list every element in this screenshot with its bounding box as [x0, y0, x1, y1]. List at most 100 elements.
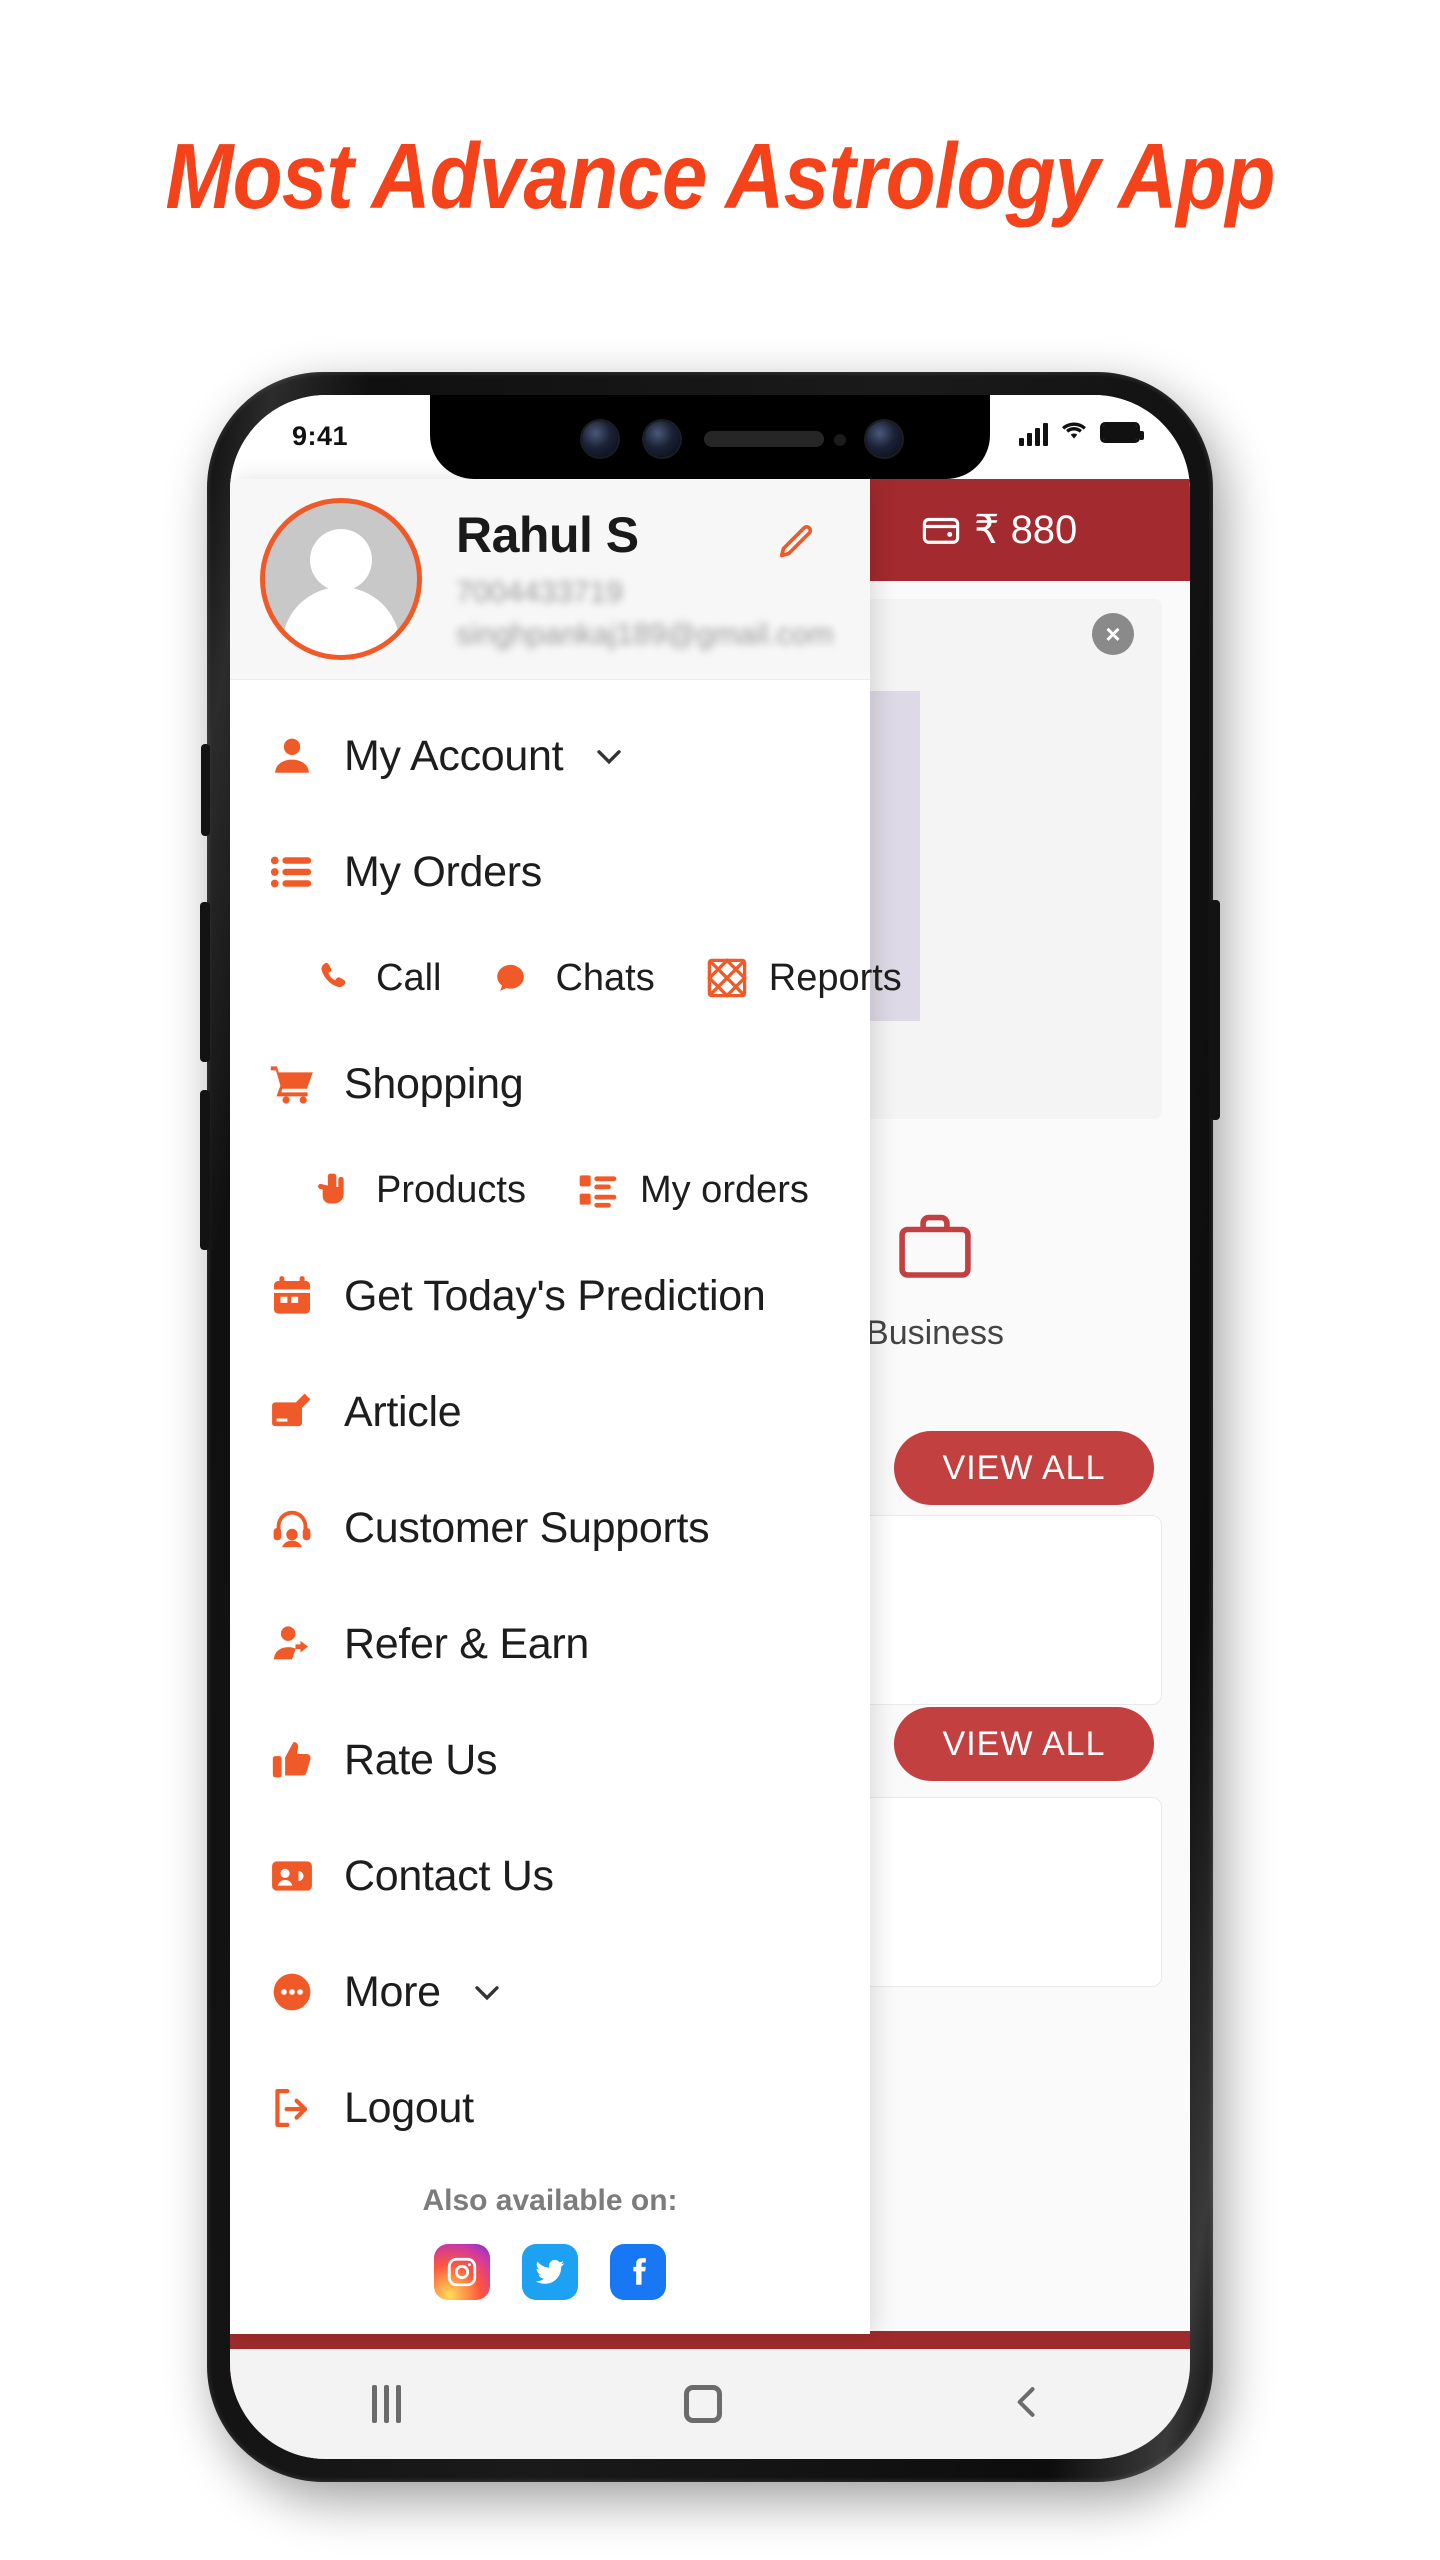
- android-nav-bar: [230, 2349, 1190, 2459]
- avatar[interactable]: [260, 498, 422, 660]
- hand-product-icon: [308, 1170, 360, 1210]
- menu-item-rate-us[interactable]: Rate Us: [230, 1702, 870, 1818]
- menu-label: Customer Supports: [344, 1503, 710, 1552]
- refer-icon: [264, 1621, 320, 1667]
- sub-item-reports[interactable]: Reports: [701, 956, 902, 1000]
- sub-item-my-orders[interactable]: My orders: [572, 1168, 809, 1212]
- wallet-amount: ₹ 880: [974, 508, 1078, 552]
- menu-label: Get Today's Prediction: [344, 1271, 766, 1320]
- status-icons: [1019, 419, 1144, 446]
- more-dots-icon: [264, 1969, 320, 2015]
- phone-icon: [308, 958, 360, 998]
- profile-email: singhpankaj189@gmail.com: [456, 618, 834, 651]
- thumbs-up-icon: [264, 1737, 320, 1783]
- phone-button-mute: [201, 744, 210, 836]
- menu-item-my-orders[interactable]: My Orders: [230, 814, 870, 930]
- category-label: Business: [866, 1314, 1004, 1352]
- drawer-footer: Also available on:: [230, 2166, 870, 2334]
- status-time: 9:41: [292, 421, 349, 451]
- close-icon[interactable]: ×: [1092, 613, 1134, 655]
- edit-pencil-icon[interactable]: [774, 521, 818, 570]
- calendar-icon: [264, 1273, 320, 1319]
- menu-item-refer-earn[interactable]: Refer & Earn: [230, 1586, 870, 1702]
- category-item[interactable]: Business: [866, 1205, 1004, 1353]
- chevron-down-icon[interactable]: [589, 736, 629, 776]
- list-icon: [264, 849, 320, 895]
- camera-lens-icon: [866, 421, 902, 457]
- kundali-grid-icon: [701, 956, 753, 1000]
- signal-icon: [1019, 420, 1048, 446]
- article-icon: [264, 1389, 320, 1435]
- social-links: [230, 2244, 870, 2300]
- promo-page: Most Advance Astrology App ₹ 880 × Busin…: [0, 0, 1440, 2560]
- sub-item-label: Products: [376, 1168, 526, 1211]
- menu-label: Logout: [344, 2083, 474, 2132]
- wifi-icon: [1060, 419, 1088, 446]
- phone-button-power: [1210, 900, 1220, 1120]
- wallet-balance[interactable]: ₹ 880: [920, 507, 1077, 553]
- orders-sub-row: Call Chats Reports: [230, 930, 902, 1026]
- default-avatar-icon: [310, 529, 372, 591]
- camera-lens-icon: [644, 421, 680, 457]
- sub-item-call[interactable]: Call: [308, 957, 441, 1000]
- menu-label: Article: [344, 1387, 462, 1436]
- sub-item-label: Call: [376, 956, 442, 999]
- view-all-button-2[interactable]: VIEW ALL: [894, 1707, 1154, 1781]
- menu-label: Refer & Earn: [344, 1619, 589, 1668]
- chat-bubble-icon: [487, 957, 539, 999]
- instagram-icon[interactable]: [434, 2244, 490, 2300]
- phone-notch: [430, 395, 990, 479]
- camera-lens-icon: [582, 421, 618, 457]
- menu-item-contact-us[interactable]: Contact Us: [230, 1818, 870, 1934]
- menu-item-more[interactable]: More: [230, 1934, 870, 2050]
- menu-item-logout[interactable]: Logout: [230, 2050, 870, 2166]
- sub-item-label: Reports: [768, 956, 902, 999]
- battery-icon: [1100, 422, 1144, 443]
- avatar-body-shape: [282, 587, 400, 655]
- shopping-sub-row: Products My orders: [230, 1142, 870, 1238]
- view-all-button-1[interactable]: VIEW ALL: [894, 1431, 1154, 1505]
- twitter-icon[interactable]: [522, 2244, 578, 2300]
- sub-item-chats[interactable]: Chats: [487, 956, 655, 1000]
- drawer-profile-header[interactable]: Rahul S 7004433719 singhpankaj189@gmail.…: [230, 479, 870, 680]
- footer-title: Also available on:: [422, 2184, 678, 2217]
- menu-label: Shopping: [344, 1059, 524, 1108]
- sensor-dot-icon: [834, 434, 846, 446]
- phone-screen: ₹ 880 × Business VIEW ALL VIEW ALL Rahul…: [230, 395, 1190, 2459]
- cart-icon: [264, 1060, 320, 1108]
- menu-item-article[interactable]: Article: [230, 1354, 870, 1470]
- order-list-icon: [572, 1168, 624, 1212]
- facebook-icon[interactable]: [610, 2244, 666, 2300]
- profile-phone: 7004433719: [456, 576, 623, 609]
- menu-item-customer-supports[interactable]: Customer Supports: [230, 1470, 870, 1586]
- menu-label: More: [344, 1967, 441, 2016]
- page-title: Most Advance Astrology App: [165, 124, 1275, 228]
- menu-label: My Account: [344, 731, 564, 780]
- headset-icon: [264, 1505, 320, 1551]
- back-icon[interactable]: [1005, 2380, 1049, 2429]
- menu-label: Contact Us: [344, 1851, 554, 1900]
- phone-button-volume-down: [200, 1090, 210, 1250]
- person-icon: [264, 732, 320, 780]
- menu-item-shopping[interactable]: Shopping: [230, 1026, 870, 1142]
- chevron-down-icon[interactable]: [467, 1972, 507, 2012]
- logout-icon: [264, 2085, 320, 2131]
- recent-apps-icon[interactable]: [371, 2385, 401, 2423]
- briefcase-icon: [866, 1205, 1004, 1298]
- contact-card-icon: [264, 1853, 320, 1899]
- menu-label: Rate Us: [344, 1735, 498, 1784]
- navigation-drawer: Rahul S 7004433719 singhpankaj189@gmail.…: [230, 479, 902, 2334]
- menu-label: My Orders: [344, 847, 542, 896]
- earpiece-speaker: [704, 431, 824, 447]
- phone-mockup: ₹ 880 × Business VIEW ALL VIEW ALL Rahul…: [200, 372, 1233, 2512]
- phone-body: ₹ 880 × Business VIEW ALL VIEW ALL Rahul…: [200, 372, 1220, 2482]
- sub-item-products[interactable]: Products: [308, 1169, 526, 1212]
- menu-item-prediction[interactable]: Get Today's Prediction: [230, 1238, 870, 1354]
- status-bar: 9:41: [230, 395, 1190, 479]
- sub-item-label: Chats: [555, 956, 655, 999]
- phone-button-volume-up: [200, 902, 210, 1062]
- menu-item-my-account[interactable]: My Account: [230, 698, 870, 814]
- sub-item-label: My orders: [639, 1168, 809, 1211]
- home-icon[interactable]: [683, 2385, 722, 2423]
- drawer-menu: My Account My Orders Call Chats Reports …: [230, 680, 902, 2166]
